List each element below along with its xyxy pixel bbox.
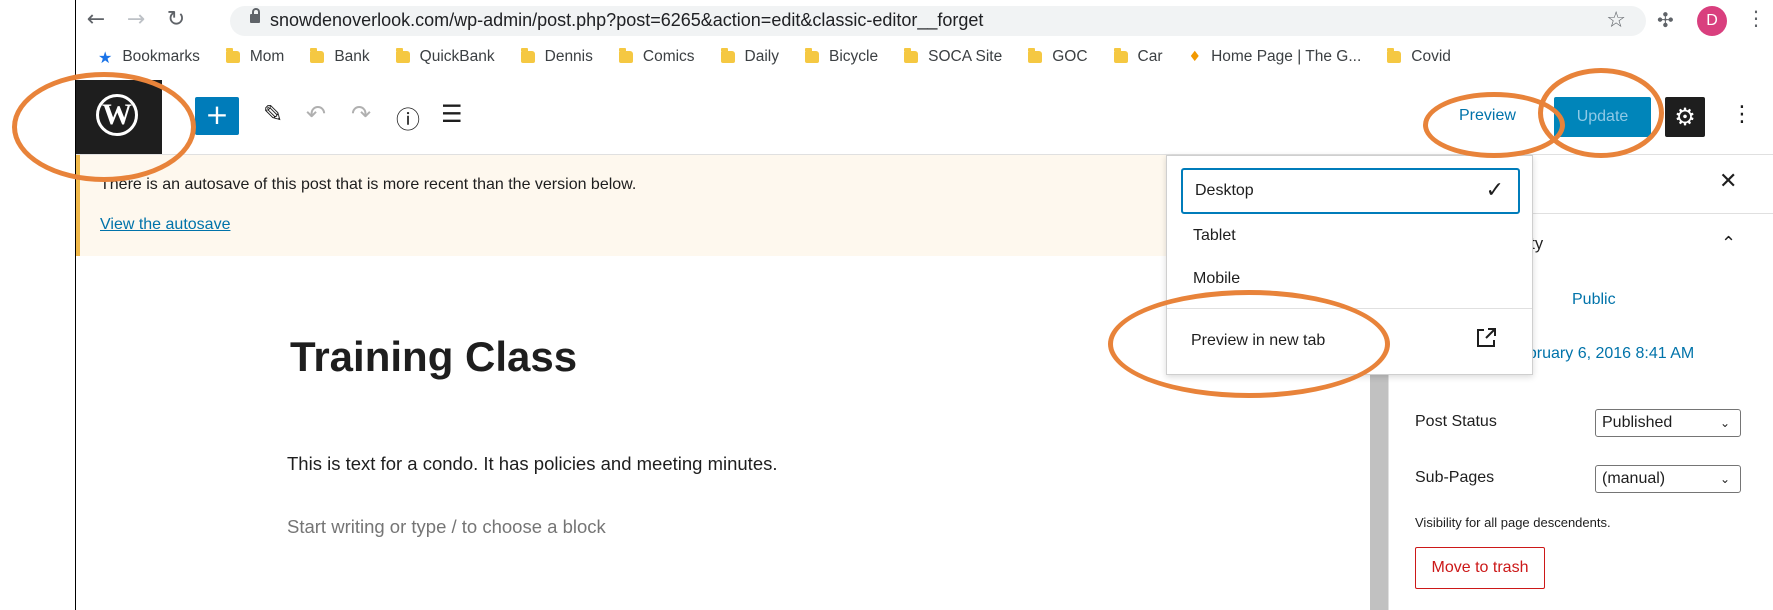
preview-option-tablet[interactable]: Tablet (1181, 213, 1520, 259)
update-button[interactable]: Update (1554, 97, 1651, 137)
preview-button[interactable]: Preview (1459, 107, 1516, 125)
visibility-value-link[interactable]: Public (1572, 291, 1616, 309)
folder-icon (395, 48, 410, 63)
checkmark-icon: ✓ (1485, 178, 1504, 203)
bookmark-item[interactable]: ♦ Home Page | The G... (1189, 48, 1362, 66)
bookmark-item[interactable]: ★ Bookmarks (98, 48, 200, 67)
post-title[interactable]: Training Class (290, 333, 577, 381)
more-options-icon[interactable]: ⋮ (1731, 102, 1753, 127)
extensions-puzzle-icon[interactable]: ✣ (1657, 8, 1674, 32)
folder-icon (618, 48, 633, 63)
browser-chrome: ← → ↻ snowdenoverlook.com/wp-admin/post.… (76, 0, 1773, 80)
sub-pages-value: (manual) (1602, 470, 1666, 487)
wordpress-logo-icon: W (96, 94, 138, 136)
folder-icon (1387, 48, 1402, 63)
undo-icon[interactable]: ↶ (306, 100, 326, 128)
settings-gear-icon[interactable]: ⚙ (1665, 97, 1705, 137)
profile-avatar[interactable]: D (1697, 6, 1727, 36)
bookmark-item[interactable]: Bank (310, 48, 370, 66)
redo-icon[interactable]: ↷ (351, 100, 371, 128)
bookmark-item[interactable]: Covid (1387, 48, 1451, 66)
preview-option-mobile[interactable]: Mobile (1181, 256, 1520, 302)
screenshot-frame: ← → ↻ snowdenoverlook.com/wp-admin/post.… (0, 0, 1773, 610)
folder-icon (1028, 48, 1043, 63)
bookmark-item[interactable]: Comics (618, 48, 695, 66)
folder-icon (720, 48, 735, 63)
block-placeholder[interactable]: Start writing or type / to choose a bloc… (287, 516, 606, 538)
autosave-message: There is an autosave of this post that i… (100, 176, 637, 193)
bookmarks-bar: ★ Bookmarks Mom Bank QuickBank Dennis Com… (98, 46, 1477, 68)
reload-icon[interactable]: ↻ (164, 8, 188, 32)
folder-icon (805, 48, 819, 63)
star-icon: ★ (98, 47, 113, 67)
folder-icon (1113, 48, 1128, 63)
sub-pages-help: Visibility for all page descendents. (1415, 515, 1611, 530)
forward-arrow-icon[interactable]: → (124, 8, 148, 32)
bookmark-item[interactable]: QuickBank (395, 48, 495, 66)
details-info-icon[interactable]: ⓘ (396, 100, 420, 135)
back-arrow-icon[interactable]: ← (84, 8, 108, 32)
sub-pages-select[interactable]: (manual) ⌄ (1595, 465, 1741, 493)
lock-icon (250, 8, 260, 23)
view-autosave-link[interactable]: View the autosave (100, 216, 230, 234)
bookmark-star-icon[interactable]: ☆ (1606, 8, 1626, 33)
chevron-down-icon: ⌄ (1719, 416, 1730, 430)
folder-icon (904, 48, 919, 63)
bookmark-item[interactable]: Dennis (520, 48, 593, 66)
preview-option-desktop[interactable]: Desktop ✓ (1181, 168, 1520, 214)
bookmark-item[interactable]: Daily (720, 48, 779, 66)
chevron-up-icon[interactable]: ⌃ (1721, 233, 1736, 254)
folder-icon (520, 48, 535, 63)
post-status-label: Post Status (1415, 413, 1497, 430)
bookmark-item[interactable]: Car (1113, 48, 1163, 66)
chevron-down-icon: ⌄ (1719, 472, 1730, 486)
sub-pages-label: Sub-Pages (1415, 469, 1495, 486)
post-status-value: Published (1602, 414, 1673, 431)
post-status-select[interactable]: Published ⌄ (1595, 409, 1741, 437)
add-block-button[interactable]: + (195, 97, 239, 135)
edit-pencil-icon[interactable]: ✎ (263, 100, 283, 128)
menu-separator (1167, 308, 1532, 309)
editor-toolbar: W + ✎ ↶ ↷ ⓘ ☰ Preview Update ⚙ ⋮ (76, 80, 1773, 155)
external-link-icon (1477, 328, 1496, 347)
wordpress-logo-button[interactable]: W (76, 80, 162, 154)
bookmark-item[interactable]: GOC (1028, 48, 1088, 66)
address-bar[interactable]: snowdenoverlook.com/wp-admin/post.php?po… (230, 6, 1646, 36)
preview-dropdown-menu: Desktop ✓ Tablet Mobile Preview in new t… (1166, 155, 1533, 375)
list-view-icon[interactable]: ☰ (441, 100, 463, 128)
bookmark-item[interactable]: SOCA Site (904, 48, 1002, 66)
bookmark-item[interactable]: Mom (225, 48, 284, 66)
paragraph-block[interactable]: This is text for a condo. It has policie… (287, 453, 778, 475)
bookmark-item[interactable]: Bicycle (805, 48, 878, 66)
close-icon[interactable]: ✕ (1719, 169, 1737, 194)
preview-in-new-tab-item[interactable]: Preview in new tab (1191, 332, 1325, 350)
url-text: snowdenoverlook.com/wp-admin/post.php?po… (270, 10, 984, 30)
flame-icon: ♦ (1188, 49, 1202, 65)
browser-menu-icon[interactable]: ⋮ (1746, 6, 1766, 30)
move-to-trash-button[interactable]: Move to trash (1415, 547, 1545, 589)
publish-date-link[interactable]: ebruary 6, 2016 8:41 AM (1519, 345, 1694, 363)
folder-icon (225, 48, 240, 63)
folder-icon (310, 48, 325, 63)
